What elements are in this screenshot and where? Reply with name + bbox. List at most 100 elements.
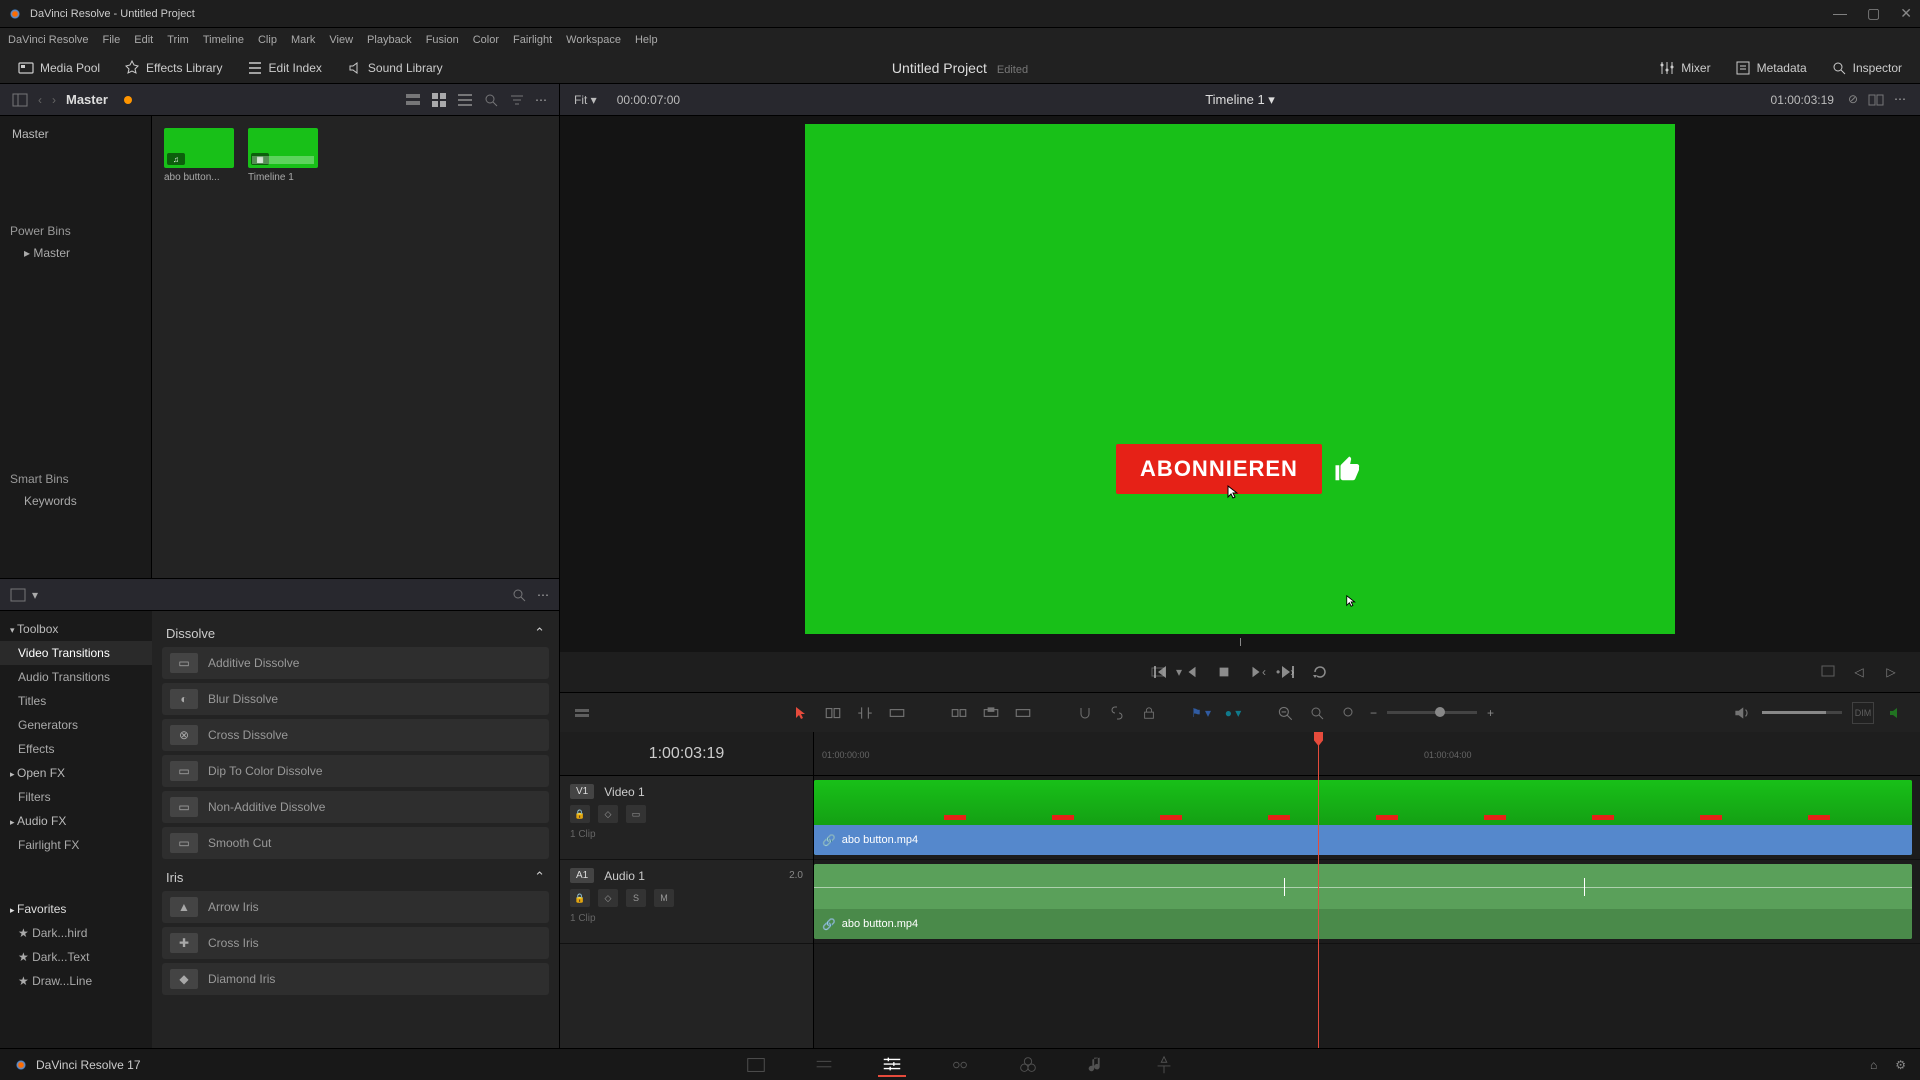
fx-arrow-iris[interactable]: ▲Arrow Iris	[162, 891, 549, 923]
fx-dip-dissolve[interactable]: ▭Dip To Color Dissolve	[162, 755, 549, 787]
fx-cross-dissolve[interactable]: ⊗Cross Dissolve	[162, 719, 549, 751]
edit-page-tab[interactable]	[878, 1053, 906, 1077]
menu-file[interactable]: File	[103, 34, 121, 46]
timeline-view-icon[interactable]	[574, 705, 590, 721]
volume-slider[interactable]	[1762, 711, 1842, 714]
fx-additive-dissolve[interactable]: ▭Additive Dissolve	[162, 647, 549, 679]
lock-icon[interactable]: 🔒	[570, 805, 590, 823]
media-pool-toggle[interactable]: Media Pool	[10, 56, 108, 80]
menu-fairlight[interactable]: Fairlight	[513, 34, 552, 46]
tree-master[interactable]: Master	[0, 122, 151, 146]
video-track-header[interactable]: V1 Video 1 🔒 ◇ ▭ 1 Clip	[560, 776, 813, 860]
playhead-line[interactable]	[1318, 732, 1319, 1048]
zoom-slider[interactable]	[1387, 711, 1477, 714]
auto-select-icon[interactable]: ◇	[598, 805, 618, 823]
panel-layout-icon[interactable]	[12, 92, 28, 108]
close-button[interactable]: ✕	[1900, 5, 1912, 22]
list-view-icon[interactable]	[457, 92, 473, 108]
menu-color[interactable]: Color	[473, 34, 499, 46]
zoom-out[interactable]: −	[1370, 706, 1377, 720]
menu-mark[interactable]: Mark	[291, 34, 315, 46]
media-page-tab[interactable]	[742, 1053, 770, 1077]
dual-view-icon[interactable]	[1868, 92, 1884, 108]
menu-workspace[interactable]: Workspace	[566, 34, 621, 46]
deliver-page-tab[interactable]	[1150, 1053, 1178, 1077]
fx-filters[interactable]: Filters	[0, 785, 152, 809]
tree-powerbins[interactable]: Power Bins	[0, 216, 151, 242]
video-track-lane[interactable]: 🔗abo button.mp4	[814, 776, 1920, 860]
panel-layout-icon[interactable]	[10, 587, 26, 603]
clip-abo-button[interactable]: ♫ abo button...	[164, 128, 234, 183]
fx-openfx[interactable]: Open FX	[0, 761, 152, 785]
timeline-ruler[interactable]: 01:00:00:00 01:00:04:00	[814, 732, 1920, 776]
fx-fairlight[interactable]: Fairlight FX	[0, 833, 152, 857]
options-icon[interactable]: ⋯	[1894, 92, 1906, 108]
fav-1[interactable]: ★ Dark...hird	[0, 921, 152, 945]
lock-tool[interactable]	[1138, 702, 1160, 724]
first-frame-button[interactable]	[1151, 663, 1169, 681]
volume-icon[interactable]	[1730, 702, 1752, 724]
effects-library-toggle[interactable]: Effects Library	[116, 56, 230, 80]
search-icon[interactable]	[511, 587, 527, 603]
zoom-detail-icon[interactable]	[1306, 702, 1328, 724]
bypass-icon[interactable]: ⊘	[1848, 92, 1858, 108]
grid-view-icon[interactable]	[431, 92, 447, 108]
blade-tool[interactable]	[886, 702, 908, 724]
fx-nonadditive-dissolve[interactable]: ▭Non-Additive Dissolve	[162, 791, 549, 823]
menu-clip[interactable]: Clip	[258, 34, 277, 46]
fx-titles[interactable]: Titles	[0, 689, 152, 713]
menu-edit[interactable]: Edit	[134, 34, 153, 46]
viewer-scrubber[interactable]	[805, 634, 1675, 652]
auto-select-icon[interactable]: ◇	[598, 889, 618, 907]
solo-button[interactable]: S	[626, 889, 646, 907]
dissolve-header[interactable]: Dissolve⌃	[162, 619, 549, 647]
sound-library-toggle[interactable]: Sound Library	[338, 56, 451, 80]
fx-smooth-cut[interactable]: ▭Smooth Cut	[162, 827, 549, 859]
trim-tool[interactable]	[822, 702, 844, 724]
fx-audiofx[interactable]: Audio FX	[0, 809, 152, 833]
overlay-dropdown[interactable]: ▾	[1176, 665, 1182, 679]
select-tool[interactable]	[790, 702, 812, 724]
in-button[interactable]: ◁	[1850, 663, 1868, 681]
viewer-title[interactable]: Timeline 1 ▾	[1205, 92, 1275, 108]
fusion-page-tab[interactable]	[946, 1053, 974, 1077]
clip-timeline1[interactable]: ▦ Timeline 1	[248, 128, 318, 183]
fx-blur-dissolve[interactable]: ◐Blur Dissolve	[162, 683, 549, 715]
out-button[interactable]: ▷	[1882, 663, 1900, 681]
menu-playback[interactable]: Playback	[367, 34, 412, 46]
iris-header[interactable]: Iris⌃	[162, 863, 549, 891]
play-button[interactable]	[1247, 663, 1265, 681]
nav-back[interactable]: ‹	[38, 93, 42, 107]
tree-keywords[interactable]: Keywords	[0, 490, 151, 512]
snap-tool[interactable]	[1074, 702, 1096, 724]
timeline-timecode-display[interactable]: 1:00:03:19	[560, 732, 813, 776]
stop-button[interactable]	[1215, 663, 1233, 681]
fx-dropdown[interactable]: ▾	[32, 588, 38, 602]
fav-2[interactable]: ★ Dark...Text	[0, 945, 152, 969]
tree-smartbins[interactable]: Smart Bins	[0, 464, 151, 490]
audio-track-header[interactable]: A1 Audio 1 2.0 🔒 ◇ S M 1 Clip	[560, 860, 813, 944]
viewer-zoom-select[interactable]: Fit ▾	[574, 93, 597, 107]
insert-tool[interactable]	[948, 702, 970, 724]
sort-icon[interactable]	[509, 92, 525, 108]
loop-button[interactable]	[1311, 663, 1329, 681]
fx-toolbox[interactable]: Toolbox	[0, 617, 152, 641]
match-frame-icon[interactable]	[1820, 663, 1836, 679]
minimize-button[interactable]: ―	[1833, 5, 1847, 22]
zoom-full-icon[interactable]	[1274, 702, 1296, 724]
fx-generators[interactable]: Generators	[0, 713, 152, 737]
cut-page-tab[interactable]	[810, 1053, 838, 1077]
replace-tool[interactable]	[1012, 702, 1034, 724]
nav-fwd[interactable]: ›	[52, 93, 56, 107]
mute-button[interactable]: M	[654, 889, 674, 907]
options-icon[interactable]: ⋯	[537, 588, 549, 602]
home-button[interactable]: ⌂	[1870, 1058, 1877, 1072]
fav-3[interactable]: ★ Draw...Line	[0, 969, 152, 993]
inspector-toggle[interactable]: Inspector	[1823, 56, 1910, 80]
menu-view[interactable]: View	[329, 34, 353, 46]
zoom-custom-icon[interactable]	[1338, 702, 1360, 724]
menu-help[interactable]: Help	[635, 34, 658, 46]
a1-badge[interactable]: A1	[570, 868, 594, 883]
viewer-canvas[interactable]: ABONNIEREN	[805, 124, 1675, 634]
edit-index-toggle[interactable]: Edit Index	[239, 56, 330, 80]
